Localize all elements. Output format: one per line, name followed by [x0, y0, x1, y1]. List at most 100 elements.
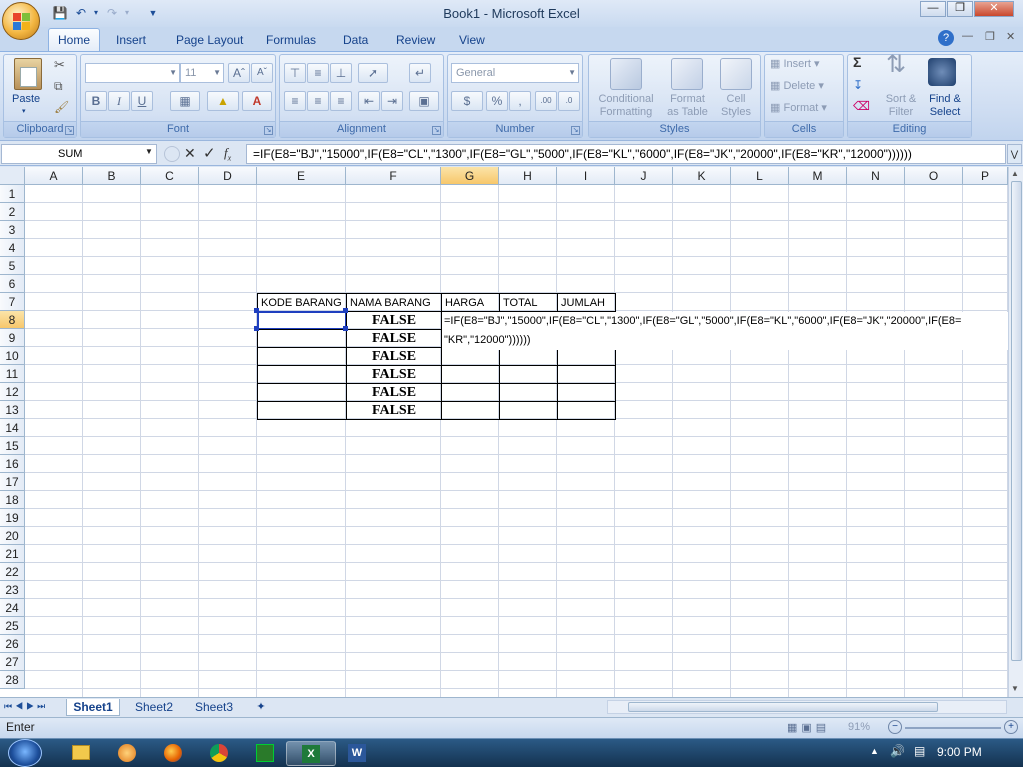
comma-style-icon[interactable]: ,	[509, 91, 531, 111]
row-header-22[interactable]: 22	[0, 563, 25, 581]
volume-icon[interactable]: 🔊	[890, 744, 905, 758]
row-header-5[interactable]: 5	[0, 257, 25, 275]
row-header-12[interactable]: 12	[0, 383, 25, 401]
row-header-16[interactable]: 16	[0, 455, 25, 473]
bold-icon[interactable]: B	[85, 91, 107, 111]
row-header-19[interactable]: 19	[0, 509, 25, 527]
table-cell[interactable]	[499, 365, 558, 384]
scroll-up-icon[interactable]: ▲	[1011, 169, 1019, 178]
shrink-font-icon[interactable]: Aˇ	[251, 63, 273, 83]
align-left-icon[interactable]: ≡	[284, 91, 306, 111]
media-player-icon[interactable]	[102, 741, 152, 766]
conditional-formatting-icon[interactable]	[610, 58, 642, 90]
row-header-2[interactable]: 2	[0, 203, 25, 221]
zoom-level[interactable]: 91%	[848, 721, 870, 733]
decrease-indent-icon[interactable]: ⇤	[358, 91, 380, 111]
format-painter-icon[interactable]: 🖌	[54, 101, 69, 114]
nama-barang-cell[interactable]: FALSE	[346, 347, 442, 366]
minimize-button[interactable]: —	[920, 1, 946, 17]
grow-font-icon[interactable]: Aˆ	[228, 63, 250, 83]
row-header-23[interactable]: 23	[0, 581, 25, 599]
selection-handle[interactable]	[254, 326, 259, 331]
insert-sheet-icon[interactable]: ✦	[250, 699, 272, 716]
name-box-dropdown-icon[interactable]: ▼	[145, 147, 153, 156]
enter-entry-icon[interactable]: ✓	[203, 144, 216, 162]
row-header-25[interactable]: 25	[0, 617, 25, 635]
column-header-i[interactable]: I	[557, 167, 615, 185]
row-header-8[interactable]: 8	[0, 311, 25, 329]
increase-decimal-icon[interactable]: .00	[535, 91, 557, 111]
taskbar-clock[interactable]: 9:00 PM	[937, 745, 982, 759]
tab-home[interactable]: Home	[48, 28, 100, 52]
row-header-21[interactable]: 21	[0, 545, 25, 563]
help-icon[interactable]: ?	[938, 30, 954, 46]
column-header-c[interactable]: C	[141, 167, 199, 185]
scroll-thumb[interactable]	[1011, 181, 1022, 661]
chrome-icon[interactable]	[194, 741, 244, 766]
row-header-13[interactable]: 13	[0, 401, 25, 419]
table-cell[interactable]	[499, 383, 558, 402]
row-header-14[interactable]: 14	[0, 419, 25, 437]
table-cell[interactable]	[499, 401, 558, 420]
row-header-7[interactable]: 7	[0, 293, 25, 311]
name-box[interactable]: SUM	[1, 144, 157, 164]
currency-icon[interactable]: $	[451, 91, 483, 111]
vertical-scrollbar[interactable]: ▲ ▼	[1008, 167, 1023, 697]
selection-handle[interactable]	[343, 326, 348, 331]
ribbon-restore-icon[interactable]: ❐	[985, 30, 995, 43]
row-header-9[interactable]: 9	[0, 329, 25, 347]
zoom-slider[interactable]	[905, 727, 1001, 729]
kode-barang-cell[interactable]	[257, 329, 347, 348]
word-taskbar-icon[interactable]: W	[332, 741, 382, 766]
insert-function-icon[interactable]: fx	[224, 145, 231, 163]
table-cell[interactable]	[441, 401, 500, 420]
kode-barang-cell[interactable]	[257, 401, 347, 420]
alignment-launcher-icon[interactable]: ↘	[432, 126, 441, 135]
row-header-17[interactable]: 17	[0, 473, 25, 491]
firefox-icon[interactable]	[148, 741, 198, 766]
clipboard-launcher-icon[interactable]: ↘	[65, 126, 74, 135]
align-right-icon[interactable]: ≡	[330, 91, 352, 111]
kode-barang-cell[interactable]	[257, 365, 347, 384]
column-header-o[interactable]: O	[905, 167, 963, 185]
tab-data[interactable]: Data	[343, 31, 368, 51]
row-header-4[interactable]: 4	[0, 239, 25, 257]
active-cell[interactable]	[257, 311, 347, 330]
row-header-10[interactable]: 10	[0, 347, 25, 365]
increase-indent-icon[interactable]: ⇥	[381, 91, 403, 111]
start-button-icon[interactable]	[8, 739, 42, 767]
find-select-button[interactable]: Find & Select	[923, 93, 967, 119]
column-header-j[interactable]: J	[615, 167, 673, 185]
wrap-text-icon[interactable]: ↵	[409, 63, 431, 83]
column-header-p[interactable]: P	[963, 167, 1008, 185]
row-header-27[interactable]: 27	[0, 653, 25, 671]
autosum-icon[interactable]: Σ	[853, 55, 861, 69]
kode-barang-cell[interactable]	[257, 347, 347, 366]
worksheet-grid[interactable]: ABCDEFGHIJKLMNOP 1 2 3 4 5 6 7 8 9 10 11 12 13 14 15 16…	[0, 167, 1008, 697]
align-middle-icon[interactable]: ≡	[307, 63, 329, 83]
ribbon-minimize-icon[interactable]: —	[962, 30, 973, 42]
row-header-6[interactable]: 6	[0, 275, 25, 293]
cut-icon[interactable]: ✂	[54, 58, 65, 71]
row-header-18[interactable]: 18	[0, 491, 25, 509]
column-header-f[interactable]: F	[346, 167, 441, 185]
ribbon-close-icon[interactable]: ✕	[1006, 30, 1015, 43]
merge-center-icon[interactable]: ▣	[409, 91, 439, 111]
header-cell[interactable]: JUMLAH	[557, 293, 616, 312]
terminal-app-icon[interactable]	[240, 741, 290, 766]
tab-page-layout[interactable]: Page Layout	[176, 31, 243, 51]
header-cell[interactable]: TOTAL	[499, 293, 558, 312]
cell-styles-icon[interactable]	[720, 58, 752, 90]
row-header-28[interactable]: 28	[0, 671, 25, 689]
percent-icon[interactable]: %	[486, 91, 508, 111]
row-header-20[interactable]: 20	[0, 527, 25, 545]
paste-button[interactable]: Paste	[12, 93, 40, 106]
column-header-k[interactable]: K	[673, 167, 731, 185]
close-button[interactable]: ✕	[974, 1, 1014, 17]
borders-icon[interactable]: ▦	[170, 91, 200, 111]
nama-barang-cell[interactable]: FALSE	[346, 365, 442, 384]
show-hidden-icons-icon[interactable]: ▲	[870, 746, 879, 756]
format-as-table-button[interactable]: Format as Table	[660, 93, 715, 119]
nama-barang-cell[interactable]: FALSE	[346, 401, 442, 420]
copy-icon[interactable]: ⧉	[54, 80, 63, 93]
